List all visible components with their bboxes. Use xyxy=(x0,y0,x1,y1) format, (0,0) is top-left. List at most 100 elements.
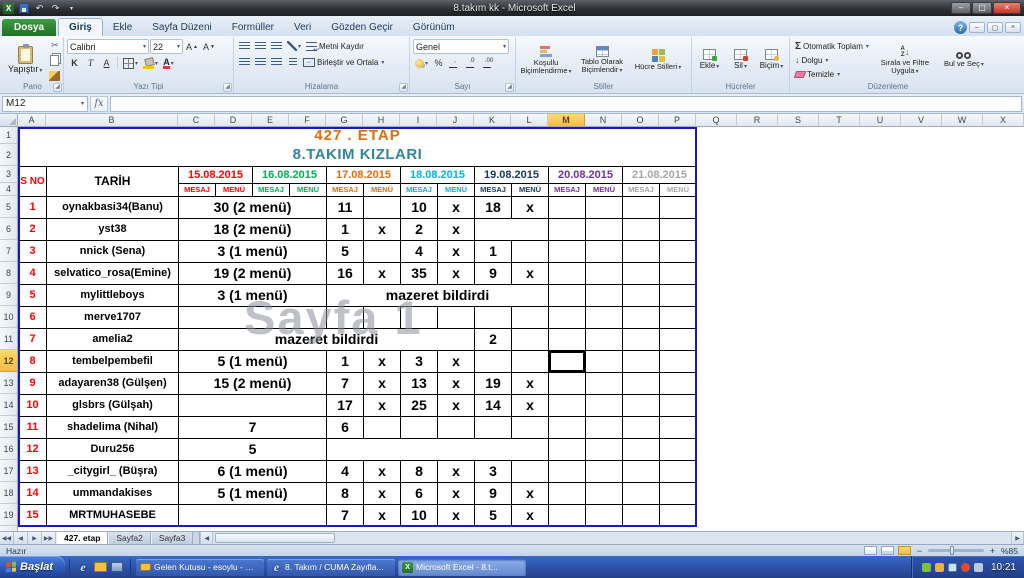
cell-name[interactable]: ummandakises xyxy=(47,482,179,504)
cell[interactable] xyxy=(586,328,623,350)
cell[interactable] xyxy=(179,504,327,526)
tab-formuller[interactable]: Formüller xyxy=(222,19,284,36)
cell[interactable]: 1 xyxy=(327,218,364,240)
align-top-icon[interactable] xyxy=(237,39,252,53)
decrease-decimal-icon[interactable]: .00 xyxy=(481,56,497,70)
column-header-B[interactable]: B xyxy=(46,114,178,127)
cell[interactable] xyxy=(475,306,512,328)
number-format-select[interactable]: Genel▾ xyxy=(413,39,509,54)
cell[interactable]: x xyxy=(364,262,401,284)
select-all-corner[interactable] xyxy=(0,114,18,127)
cell-s-no[interactable]: 5 xyxy=(19,284,47,306)
cell[interactable]: 10 xyxy=(401,504,438,526)
cell[interactable] xyxy=(549,196,586,218)
cell[interactable] xyxy=(364,416,401,438)
table-subtitle[interactable]: 8.TAKIM KIZLARI xyxy=(19,144,697,166)
cell[interactable] xyxy=(586,438,623,460)
fill-color-icon[interactable]: ▾ xyxy=(141,56,160,70)
cell-s-no[interactable]: 14 xyxy=(19,482,47,504)
cell[interactable]: 9 xyxy=(475,482,512,504)
autosum-button[interactable]: ΣOtomatik Toplam▾ xyxy=(793,40,871,53)
cell[interactable]: 10 xyxy=(401,196,438,218)
cell[interactable]: 18 (2 menü) xyxy=(179,218,327,240)
column-header-F[interactable]: F xyxy=(289,114,326,127)
column-header-O[interactable]: O xyxy=(622,114,659,127)
cell[interactable] xyxy=(660,328,697,350)
cell-s-no[interactable]: 9 xyxy=(19,372,47,394)
row-header-13[interactable]: 13 xyxy=(0,372,17,394)
font-size-select[interactable]: 22▾ xyxy=(150,39,183,54)
cut-icon[interactable]: ✂ xyxy=(47,39,62,52)
cell[interactable] xyxy=(623,504,660,526)
wrap-text-button[interactable]: Metni Kaydır xyxy=(304,40,366,53)
cell[interactable]: 35 xyxy=(401,262,438,284)
cell[interactable] xyxy=(549,482,586,504)
cell[interactable] xyxy=(364,240,401,262)
cell[interactable] xyxy=(512,350,549,372)
messenger-icon[interactable] xyxy=(961,563,970,572)
cell-name[interactable]: glsbrs (Gülşah) xyxy=(47,394,179,416)
cell[interactable]: x xyxy=(438,482,475,504)
cell[interactable]: 11 xyxy=(327,196,364,218)
tab-gozden-gecir[interactable]: Gözden Geçir xyxy=(321,19,403,36)
cell[interactable] xyxy=(586,240,623,262)
cell[interactable] xyxy=(438,306,475,328)
close-button[interactable]: × xyxy=(993,2,1021,14)
column-header-A[interactable]: A xyxy=(18,114,46,127)
column-header-D[interactable]: D xyxy=(215,114,252,127)
cell-name[interactable]: yst38 xyxy=(47,218,179,240)
cell[interactable] xyxy=(438,416,475,438)
column-header-W[interactable]: W xyxy=(942,114,983,127)
cell[interactable] xyxy=(623,218,660,240)
cell[interactable] xyxy=(660,240,697,262)
row-header-9[interactable]: 9 xyxy=(0,284,17,306)
tab-ekle[interactable]: Ekle xyxy=(103,19,142,36)
cell[interactable] xyxy=(586,482,623,504)
shrink-font-icon[interactable]: A▼ xyxy=(201,40,217,54)
delete-cells-button[interactable]: Sil▾ xyxy=(726,39,755,82)
cell[interactable]: x xyxy=(438,394,475,416)
network-icon[interactable] xyxy=(948,563,957,572)
column-header-N[interactable]: N xyxy=(585,114,622,127)
cell[interactable]: 9 xyxy=(475,262,512,284)
underline-button[interactable]: A xyxy=(99,56,114,70)
header-menu-4[interactable]: MENÜ xyxy=(438,183,475,196)
sheet-tab-3[interactable]: Sayfa3 xyxy=(151,532,193,544)
column-header-E[interactable]: E xyxy=(252,114,289,127)
cell[interactable]: x xyxy=(512,196,549,218)
header-mesaj-4[interactable]: MESAJ xyxy=(401,183,438,196)
row-header-19[interactable]: 19 xyxy=(0,504,17,526)
row-header-6[interactable]: 6 xyxy=(0,218,17,240)
workbook-close-button[interactable]: × xyxy=(1005,22,1021,33)
header-mesaj-7[interactable]: MESAJ xyxy=(623,183,660,196)
cell[interactable]: mazeret bildirdi xyxy=(327,284,549,306)
paste-button[interactable]: Yapıştır▾ xyxy=(5,39,45,82)
cell[interactable] xyxy=(623,350,660,372)
cell[interactable] xyxy=(549,416,586,438)
header-mesaj-5[interactable]: MESAJ xyxy=(475,183,512,196)
cell-name[interactable]: adayaren38 (Gülşen) xyxy=(47,372,179,394)
row-header-2[interactable]: 2 xyxy=(0,144,17,166)
cell[interactable]: 3 xyxy=(401,350,438,372)
last-sheet-icon[interactable]: ▶▶ xyxy=(42,532,56,544)
tab-gorunum[interactable]: Görünüm xyxy=(403,19,465,36)
sheet-tab-2[interactable]: Sayfa2 xyxy=(108,532,150,544)
horizontal-scrollbar[interactable]: ◀ ▶ xyxy=(199,532,1024,544)
cell[interactable] xyxy=(586,262,623,284)
cell[interactable]: 5 (1 menü) xyxy=(179,350,327,372)
cell[interactable] xyxy=(401,306,438,328)
format-painter-icon[interactable] xyxy=(47,69,62,82)
cell[interactable]: 5 (1 menü) xyxy=(179,482,327,504)
workbook-restore-button[interactable]: ▢ xyxy=(987,22,1003,33)
cell[interactable]: 1 xyxy=(327,350,364,372)
header-s-no[interactable]: S NO xyxy=(19,166,47,196)
column-header-K[interactable]: K xyxy=(474,114,511,127)
mail-icon[interactable] xyxy=(93,560,107,574)
font-dialog-launcher-icon[interactable]: ◢ xyxy=(223,83,232,92)
fill-button[interactable]: ↓Dolgu▾ xyxy=(793,54,871,67)
antivirus-icon[interactable] xyxy=(922,563,931,572)
cell[interactable] xyxy=(586,372,623,394)
header-menu-6[interactable]: MENÜ xyxy=(586,183,623,196)
cell-s-no[interactable]: 6 xyxy=(19,306,47,328)
taskbar-window-2[interactable]: 8. Takım / CUMA Zayıfla... xyxy=(267,559,395,576)
